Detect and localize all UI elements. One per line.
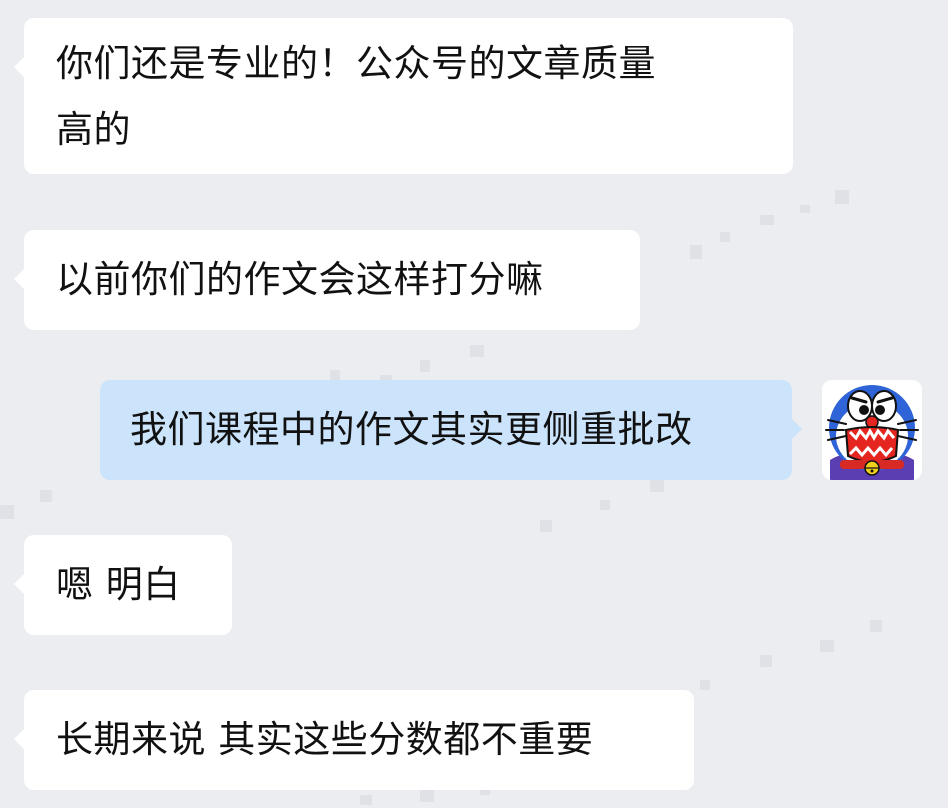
incoming-message-bubble[interactable]: 嗯 明白 — [14, 535, 232, 635]
incoming-message-bubble[interactable]: 长期来说 其实这些分数都不重要 — [14, 690, 694, 790]
incoming-message-bubble[interactable]: 你们还是专业的！公众号的文章质量 高的 — [14, 18, 793, 174]
doraemon-avatar-icon[interactable] — [822, 380, 922, 480]
doraemon-avatar-icon — [822, 380, 922, 480]
incoming-message-bubble[interactable]: 以前你们的作文会这样打分嘛 — [14, 230, 640, 330]
chat-message-list[interactable]: 你们还是专业的！公众号的文章质量 高的 以前你们的作文会这样打分嘛 我们课程中的… — [0, 0, 948, 808]
message-text: 以前你们的作文会这样打分嘛 — [56, 258, 544, 301]
message-text: 我们课程中的作文其实更侧重批改 — [130, 408, 693, 451]
message-text: 长期来说 其实这些分数都不重要 — [56, 718, 594, 761]
outgoing-message-bubble[interactable]: 我们课程中的作文其实更侧重批改 — [100, 380, 802, 480]
message-text: 你们还是专业的！公众号的文章质量 高的 — [56, 42, 656, 151]
message-text: 嗯 明白 — [56, 563, 181, 606]
